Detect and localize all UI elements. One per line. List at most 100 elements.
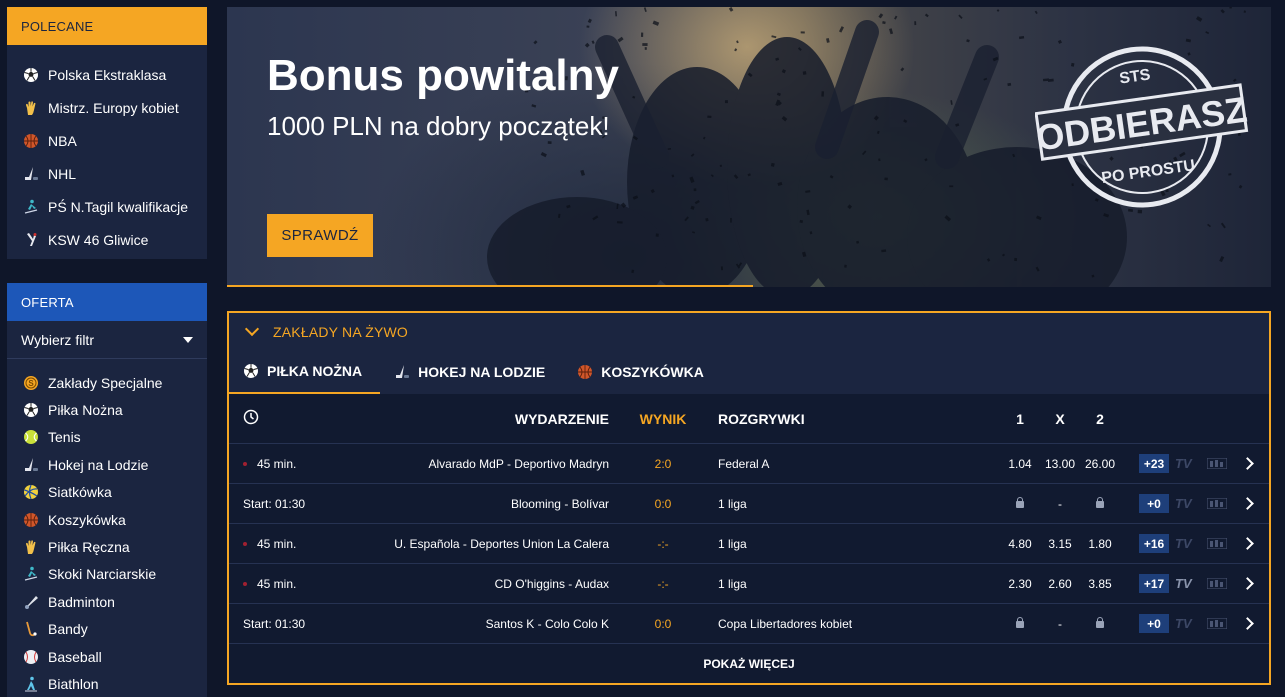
recommended-item[interactable]: NBA: [7, 124, 207, 157]
tab-label: HOKEJ NA LODZIE: [418, 364, 546, 380]
event-name: CD O'higgins - Audax: [494, 576, 609, 591]
sport-item[interactable]: Siatkówka: [7, 479, 207, 506]
table-row[interactable]: 45 min. Alvarado MdP - Deportivo Madryn …: [229, 444, 1269, 484]
chevron-right-icon[interactable]: [1241, 577, 1254, 590]
odd-1[interactable]: [1000, 496, 1040, 511]
event-league: Copa Libertadores kobiet: [718, 616, 853, 631]
stats-icon[interactable]: [1207, 498, 1227, 509]
sport-item[interactable]: Hokej na Lodzie: [7, 451, 207, 478]
odd-1[interactable]: 1.04: [1000, 457, 1040, 471]
odd-x[interactable]: 3.15: [1040, 537, 1080, 551]
odd-2[interactable]: [1080, 616, 1120, 631]
tab-hockey[interactable]: HOKEJ NA LODZIE: [380, 350, 563, 394]
sport-item[interactable]: S Zakłady Specjalne: [7, 369, 207, 396]
odd-1-value: 2.30: [1008, 576, 1032, 591]
sport-item[interactable]: Piłka Nożna: [7, 396, 207, 423]
basketball-icon: [577, 364, 593, 380]
hockey-icon: [394, 364, 410, 380]
live-indicator: [243, 542, 247, 547]
tv-icon[interactable]: TV: [1175, 536, 1192, 551]
recommended-panel: POLECANE Polska Ekstraklasa Mistrz. Europ…: [7, 7, 207, 259]
odd-x[interactable]: 2.60: [1040, 577, 1080, 591]
sport-item[interactable]: Koszykówka: [7, 506, 207, 533]
odd-1[interactable]: 2.30: [1000, 577, 1040, 591]
promo-banner[interactable]: Bonus powitalny 1000 PLN na dobry począt…: [227, 7, 1271, 287]
sport-item[interactable]: Baseball: [7, 643, 207, 670]
odd-x[interactable]: 13.00: [1040, 457, 1080, 471]
odd-1[interactable]: [1000, 616, 1040, 631]
stats-icon[interactable]: [1207, 538, 1227, 549]
odd-x[interactable]: -: [1040, 497, 1080, 511]
show-more-button[interactable]: POKAŻ WIĘCEJ: [229, 644, 1269, 684]
rec-item-label: NBA: [48, 132, 77, 149]
recommended-item[interactable]: PŚ N.Tagil kwalifikacje: [7, 190, 207, 223]
event-score: -:-: [657, 576, 669, 591]
tab-football[interactable]: PIŁKA NOŻNA: [229, 350, 381, 394]
check-button[interactable]: SPRAWDŹ: [267, 214, 373, 257]
odd-2[interactable]: 26.00: [1080, 457, 1120, 471]
stats-icon[interactable]: [1207, 618, 1227, 629]
odd-x[interactable]: -: [1040, 617, 1080, 631]
tv-icon[interactable]: TV: [1175, 616, 1192, 631]
handball-icon: [23, 539, 39, 555]
tab-basketball[interactable]: KOSZYKÓWKA: [563, 350, 722, 394]
table-row[interactable]: 45 min. U. Española - Deportes Union La …: [229, 524, 1269, 564]
stats-icon[interactable]: [1207, 578, 1227, 589]
caret-down-icon: [183, 336, 193, 343]
table-row[interactable]: 45 min. CD O'higgins - Audax -:- 1 liga …: [229, 564, 1269, 604]
chevron-right-icon[interactable]: [1241, 537, 1254, 550]
live-bets-toggle[interactable]: ZAKŁADY NA ŻYWO: [229, 313, 1269, 350]
tv-icon[interactable]: TV: [1175, 576, 1192, 591]
special-bets-icon: S: [23, 375, 39, 391]
chevron-right-icon[interactable]: [1241, 497, 1254, 510]
sport-item-label: Koszykówka: [48, 511, 126, 528]
table-header: WYDARZENIE WYNIK ROZGRYWKI 1 X 2: [229, 394, 1269, 444]
event-league: 1 liga: [718, 496, 747, 511]
sport-item[interactable]: Tenis: [7, 424, 207, 451]
filter-select[interactable]: Wybierz filtr: [7, 321, 207, 359]
more-markets-badge[interactable]: +16: [1139, 534, 1169, 553]
header-league: ROZGRYWKI: [718, 410, 805, 427]
event-time: Start: 01:30: [243, 616, 306, 631]
tv-icon[interactable]: TV: [1175, 456, 1192, 471]
tv-icon[interactable]: TV: [1175, 496, 1192, 511]
header-odd-x: X: [1055, 410, 1065, 427]
chevron-right-icon[interactable]: [1241, 617, 1254, 630]
odd-2[interactable]: [1080, 496, 1120, 511]
recommended-item[interactable]: Mistrz. Europy kobiet: [7, 91, 207, 124]
more-markets-badge[interactable]: +0: [1139, 494, 1169, 513]
table-row[interactable]: Start: 01:30 Blooming - Bolívar 0:0 1 li…: [229, 484, 1269, 524]
recommended-item[interactable]: Polska Ekstraklasa: [7, 58, 207, 91]
sport-item[interactable]: Biathlon: [7, 670, 207, 697]
tennis-icon: [23, 429, 39, 445]
sport-item[interactable]: Badminton: [7, 588, 207, 615]
more-markets-badge[interactable]: +23: [1139, 454, 1169, 473]
odd-x-value: 2.60: [1048, 576, 1072, 591]
event-league: 1 liga: [718, 536, 747, 551]
event-name: Alvarado MdP - Deportivo Madryn: [428, 456, 609, 471]
table-row[interactable]: Start: 01:30 Santos K - Colo Colo K 0:0 …: [229, 604, 1269, 644]
recommended-item[interactable]: KSW 46 Gliwice: [7, 223, 207, 256]
odd-2-value: 26.00: [1084, 456, 1116, 471]
event-score: 2:0: [654, 456, 672, 471]
event-score: 0:0: [654, 616, 672, 631]
svg-text:S: S: [28, 379, 34, 388]
stats-icon[interactable]: [1207, 458, 1227, 469]
odd-1[interactable]: 4.80: [1000, 537, 1040, 551]
odd-1-value: 4.80: [1008, 536, 1032, 551]
odd-2[interactable]: 3.85: [1080, 577, 1120, 591]
banner-progress-bar: [227, 285, 753, 287]
odd-x-value: 13.00: [1044, 456, 1076, 471]
sport-item[interactable]: Skoki Narciarskie: [7, 561, 207, 588]
chevron-right-icon[interactable]: [1241, 457, 1254, 470]
odd-2[interactable]: 1.80: [1080, 537, 1120, 551]
header-odd-2: 2: [1096, 410, 1104, 427]
handball-icon: [23, 100, 39, 116]
sport-item[interactable]: Piłka Ręczna: [7, 533, 207, 560]
recommended-item[interactable]: NHL: [7, 157, 207, 190]
sport-item[interactable]: Bandy: [7, 616, 207, 643]
more-markets-badge[interactable]: +0: [1139, 614, 1169, 633]
sport-item-label: Tenis: [48, 429, 81, 446]
rec-item-label: NHL: [48, 165, 77, 182]
more-markets-badge[interactable]: +17: [1139, 574, 1169, 593]
